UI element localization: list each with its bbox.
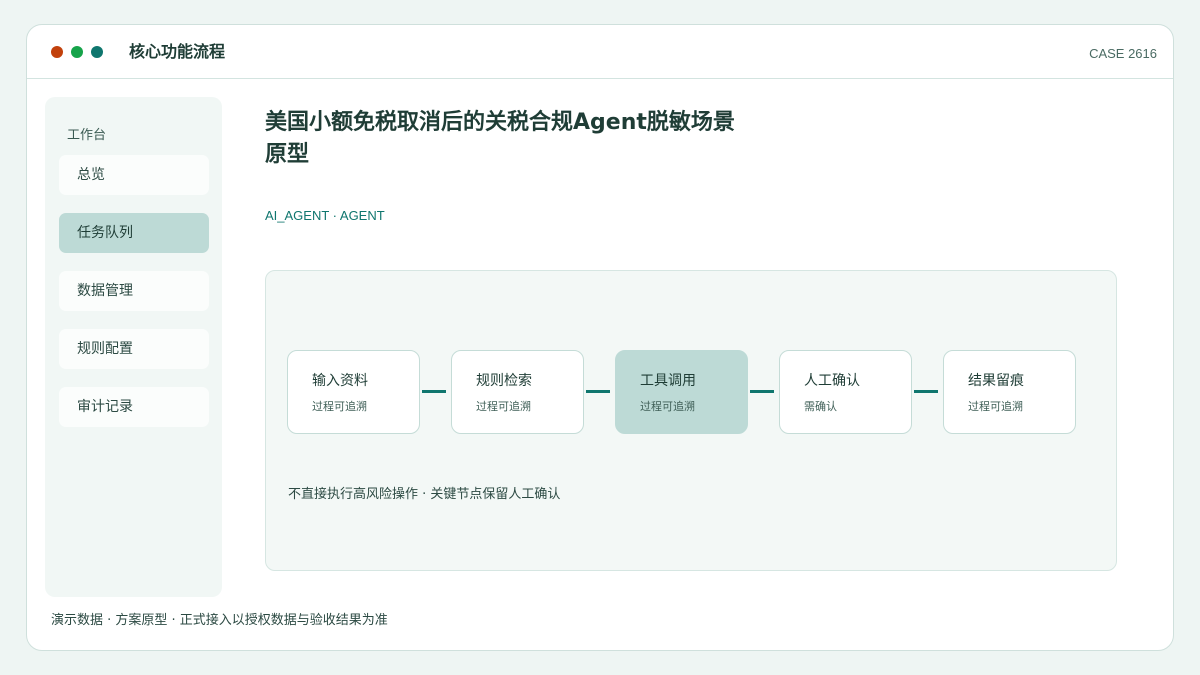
- step-subtitle: 过程可追溯: [968, 400, 1023, 413]
- footer-note: 演示数据 · 方案原型 · 正式接入以授权数据与验收结果为准: [51, 613, 388, 628]
- sidebar-item-audit-log[interactable]: 审计记录: [59, 387, 209, 427]
- flow-connector: [586, 390, 610, 393]
- step-title: 结果留痕: [968, 373, 1024, 389]
- close-window-button[interactable]: [51, 46, 63, 58]
- step-subtitle: 需确认: [804, 400, 837, 413]
- app-window: 核心功能流程 CASE 2616 工作台 总览 任务队列 数据管理 规则配置 审…: [26, 24, 1174, 651]
- flow-step-input[interactable]: 输入资料 过程可追溯: [287, 350, 420, 434]
- sidebar-heading: 工作台: [67, 128, 107, 143]
- flow-connector: [422, 390, 446, 393]
- sidebar-item-overview[interactable]: 总览: [59, 155, 209, 195]
- step-title: 人工确认: [804, 373, 860, 389]
- step-title: 规则检索: [476, 373, 532, 389]
- flow-connector: [914, 390, 938, 393]
- step-subtitle: 过程可追溯: [640, 400, 695, 413]
- app-title: 核心功能流程: [129, 42, 226, 61]
- step-title: 输入资料: [312, 373, 368, 389]
- flow-step-result-trace[interactable]: 结果留痕 过程可追溯: [943, 350, 1076, 434]
- flow-step-human-confirm[interactable]: 人工确认 需确认: [779, 350, 912, 434]
- flow-step-rule-search[interactable]: 规则检索 过程可追溯: [451, 350, 584, 434]
- step-subtitle: 过程可追溯: [476, 400, 531, 413]
- sidebar-item-data-management[interactable]: 数据管理: [59, 271, 209, 311]
- maximize-window-button[interactable]: [91, 46, 103, 58]
- step-subtitle: 过程可追溯: [312, 400, 367, 413]
- sidebar-item-task-queue[interactable]: 任务队列: [59, 213, 209, 253]
- sidebar-item-rule-config[interactable]: 规则配置: [59, 329, 209, 369]
- flow-panel: 输入资料 过程可追溯 规则检索 过程可追溯 工具调用 过程可追溯 人工确认 需确…: [265, 270, 1117, 571]
- flow-step-tool-call[interactable]: 工具调用 过程可追溯: [615, 350, 748, 434]
- sidebar: 工作台 总览 任务队列 数据管理 规则配置 审计记录: [45, 97, 222, 597]
- minimize-window-button[interactable]: [71, 46, 83, 58]
- title-bar: 核心功能流程 CASE 2616: [27, 25, 1173, 79]
- flow-note: 不直接执行高风险操作 · 关键节点保留人工确认: [288, 487, 561, 502]
- tag-line: AI_AGENT · AGENT: [265, 208, 385, 223]
- flow-connector: [750, 390, 774, 393]
- page-title: 美国小额免税取消后的关税合规Agent脱敏场景原型: [265, 110, 735, 167]
- step-title: 工具调用: [640, 373, 696, 389]
- case-id-label: CASE 2616: [1089, 46, 1157, 61]
